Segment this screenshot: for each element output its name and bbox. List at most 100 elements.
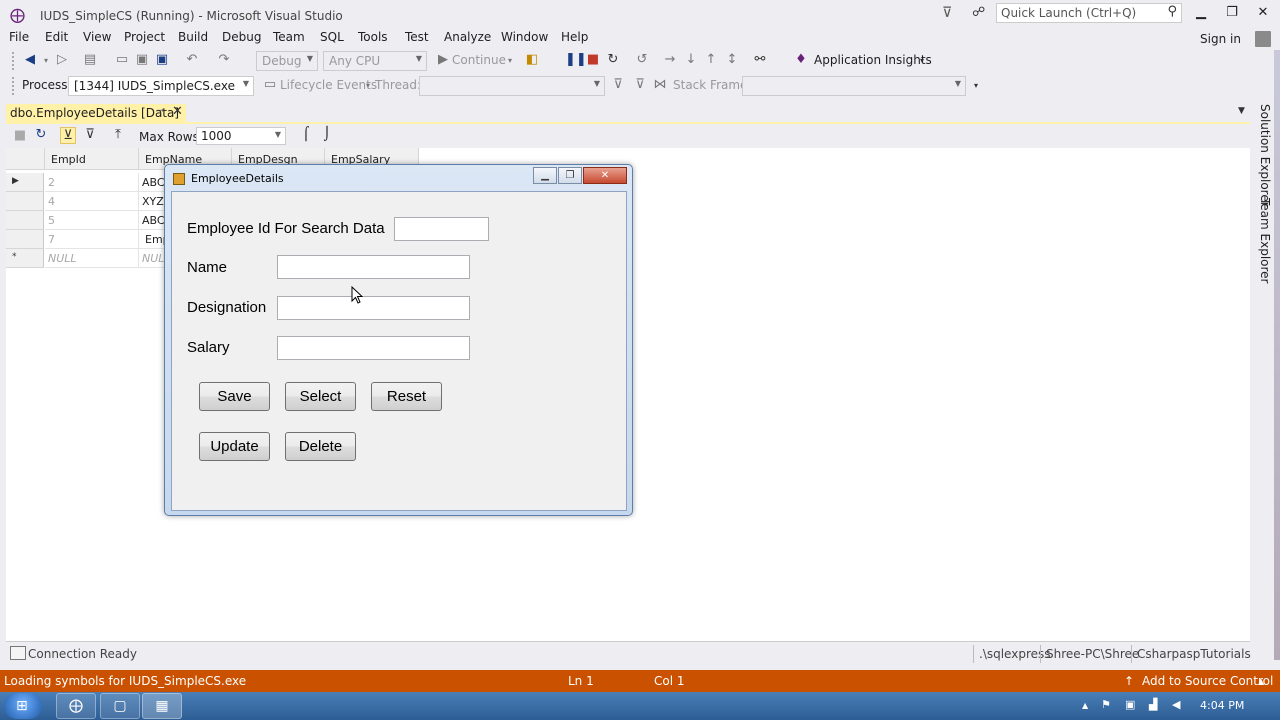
navigate-forward-icon[interactable]: ▷	[54, 52, 70, 67]
step-icon[interactable]: ↕	[724, 52, 740, 67]
quick-launch-input[interactable]: Quick Launch (Ctrl+Q) ⚲	[996, 3, 1182, 23]
add-to-source-control-button[interactable]: Add to Source Control	[1142, 674, 1273, 688]
dialog-maximize-button[interactable]: ❐	[558, 167, 582, 184]
designation-input[interactable]	[277, 296, 470, 320]
step-into-icon[interactable]: →	[662, 52, 678, 67]
menu-project[interactable]: Project	[124, 30, 165, 44]
taskbar-employee-details[interactable]: ▦	[142, 693, 182, 719]
continue-dropdown-icon[interactable]: ▾	[502, 56, 518, 65]
taskbar-visual-studio[interactable]: ⨁	[56, 693, 96, 719]
script-export-icon[interactable]: ⌠	[298, 127, 314, 142]
show-next-statement-icon[interactable]: ↺	[634, 52, 650, 67]
menu-debug[interactable]: Debug	[222, 30, 261, 44]
menu-window[interactable]: Window	[501, 30, 548, 44]
dialog-close-button[interactable]: ✕	[583, 167, 627, 184]
maximize-button[interactable]: ❐	[1217, 4, 1247, 24]
stack-frame-dropdown[interactable]: ▼	[742, 76, 966, 96]
notification-flag-icon[interactable]: ⊽	[942, 5, 952, 21]
action-center-flag-icon[interactable]: ⚑	[1101, 698, 1111, 711]
cell-empid-new[interactable]: NULL	[45, 249, 139, 268]
close-button[interactable]: ✕	[1248, 4, 1278, 24]
menu-tools[interactable]: Tools	[358, 30, 388, 44]
split-stacks-icon[interactable]: ⋈	[652, 77, 668, 92]
taskbar-app-window[interactable]: ▢	[100, 693, 140, 719]
max-rows-dropdown[interactable]: 1000 ▼	[196, 127, 286, 145]
open-file-icon[interactable]: ▭	[114, 52, 130, 67]
save-icon[interactable]: ▣	[134, 52, 150, 67]
tray-app-icon[interactable]: ▣	[1125, 698, 1135, 711]
menu-file[interactable]: File	[9, 30, 29, 44]
toolbar-grip[interactable]	[12, 77, 16, 95]
system-clock[interactable]: 4:04 PM	[1200, 699, 1244, 712]
toolbar-grip[interactable]	[12, 52, 16, 70]
export-data-icon[interactable]: ⌡	[319, 127, 335, 142]
undo-icon[interactable]: ↶	[184, 52, 200, 67]
chevron-up-icon[interactable]: ▲	[1258, 677, 1264, 686]
filter-icon[interactable]: ⊽	[82, 127, 98, 142]
show-hidden-icons-icon[interactable]: ▲	[1082, 701, 1088, 710]
cell-empid[interactable]: 2	[45, 173, 139, 192]
cell-empid[interactable]: 7	[45, 230, 139, 249]
column-header-empid[interactable]: EmpId	[45, 148, 139, 170]
delete-button[interactable]: Delete	[285, 432, 356, 461]
flag-thread-icon[interactable]: ⊽	[610, 77, 626, 92]
sort-filter-icon[interactable]: ⊻	[60, 127, 76, 144]
sign-in-link[interactable]: Sign in	[1200, 32, 1241, 46]
solution-configuration-dropdown[interactable]: Debug ▼	[256, 51, 318, 71]
name-input[interactable]	[277, 255, 470, 279]
menu-analyze[interactable]: Analyze	[444, 30, 491, 44]
menu-sql[interactable]: SQL	[320, 30, 344, 44]
row-selector[interactable]	[6, 230, 44, 249]
continue-button[interactable]: Continue	[452, 53, 506, 67]
menu-view[interactable]: View	[83, 30, 111, 44]
minimize-button[interactable]: ▁	[1186, 4, 1216, 24]
restart-icon[interactable]: ↻	[605, 52, 621, 67]
start-button[interactable]: ⊞	[4, 693, 42, 719]
search-id-input[interactable]	[394, 217, 489, 241]
menu-test[interactable]: Test	[405, 30, 429, 44]
debug-location-icon[interactable]: ◧	[524, 52, 540, 67]
save-button[interactable]: Save	[199, 382, 270, 411]
menu-edit[interactable]: Edit	[45, 30, 68, 44]
save-all-icon[interactable]: ▣	[154, 52, 170, 67]
stop-debugging-icon[interactable]: ■	[585, 52, 601, 67]
cell-empid[interactable]: 5	[45, 211, 139, 230]
process-dropdown[interactable]: [1344] IUDS_SimpleCS.exe ▼	[68, 76, 254, 96]
menu-help[interactable]: Help	[561, 30, 588, 44]
menu-team[interactable]: Team	[273, 30, 305, 44]
account-avatar-icon[interactable]	[1255, 31, 1271, 47]
row-selector-current[interactable]: ▶	[6, 173, 44, 192]
row-selector[interactable]	[6, 192, 44, 211]
stop-icon[interactable]: ■	[12, 128, 28, 143]
close-tab-icon[interactable]: ✕	[172, 104, 183, 119]
break-all-pause-icon[interactable]: ❚❚	[565, 52, 587, 67]
network-icon[interactable]: ▟	[1149, 698, 1157, 711]
update-button[interactable]: Update	[199, 432, 270, 461]
diagnostics-icon[interactable]: ⚯	[752, 52, 768, 67]
row-selector-new[interactable]: *	[6, 249, 44, 268]
tab-solution-explorer[interactable]: Solution Explorer	[1258, 104, 1272, 207]
show-flagged-threads-icon[interactable]: ⊽	[632, 77, 648, 92]
pin-icon[interactable]: ⊸	[157, 106, 165, 116]
solution-platform-dropdown[interactable]: Any CPU ▼	[323, 51, 427, 71]
menu-build[interactable]: Build	[178, 30, 208, 44]
select-button[interactable]: Select	[285, 382, 356, 411]
step-over-icon[interactable]: ↓	[683, 52, 699, 67]
volume-icon[interactable]: ◀	[1172, 698, 1180, 711]
refresh-icon[interactable]: ↻	[33, 127, 49, 142]
tab-list-dropdown-icon[interactable]: ▼	[1238, 106, 1245, 116]
navigate-back-icon[interactable]: ◀	[22, 52, 38, 67]
thread-dropdown[interactable]: ▼	[419, 76, 605, 96]
toolbar-overflow-icon[interactable]: ▾	[968, 81, 984, 90]
lifecycle-dropdown-icon[interactable]: ▾	[360, 81, 376, 90]
new-project-icon[interactable]: ▤	[82, 52, 98, 67]
continue-play-icon[interactable]: ▶	[435, 52, 451, 67]
salary-input[interactable]	[277, 336, 470, 360]
step-out-icon[interactable]: ↑	[703, 52, 719, 67]
row-selector[interactable]	[6, 211, 44, 230]
dialog-minimize-button[interactable]: ▁	[533, 167, 557, 184]
tab-team-explorer[interactable]: Team Explorer	[1258, 198, 1272, 284]
cell-empid[interactable]: 4	[45, 192, 139, 211]
feedback-icon[interactable]: ☍	[972, 5, 985, 20]
app-insights-dropdown-icon[interactable]: ▾	[914, 56, 930, 65]
